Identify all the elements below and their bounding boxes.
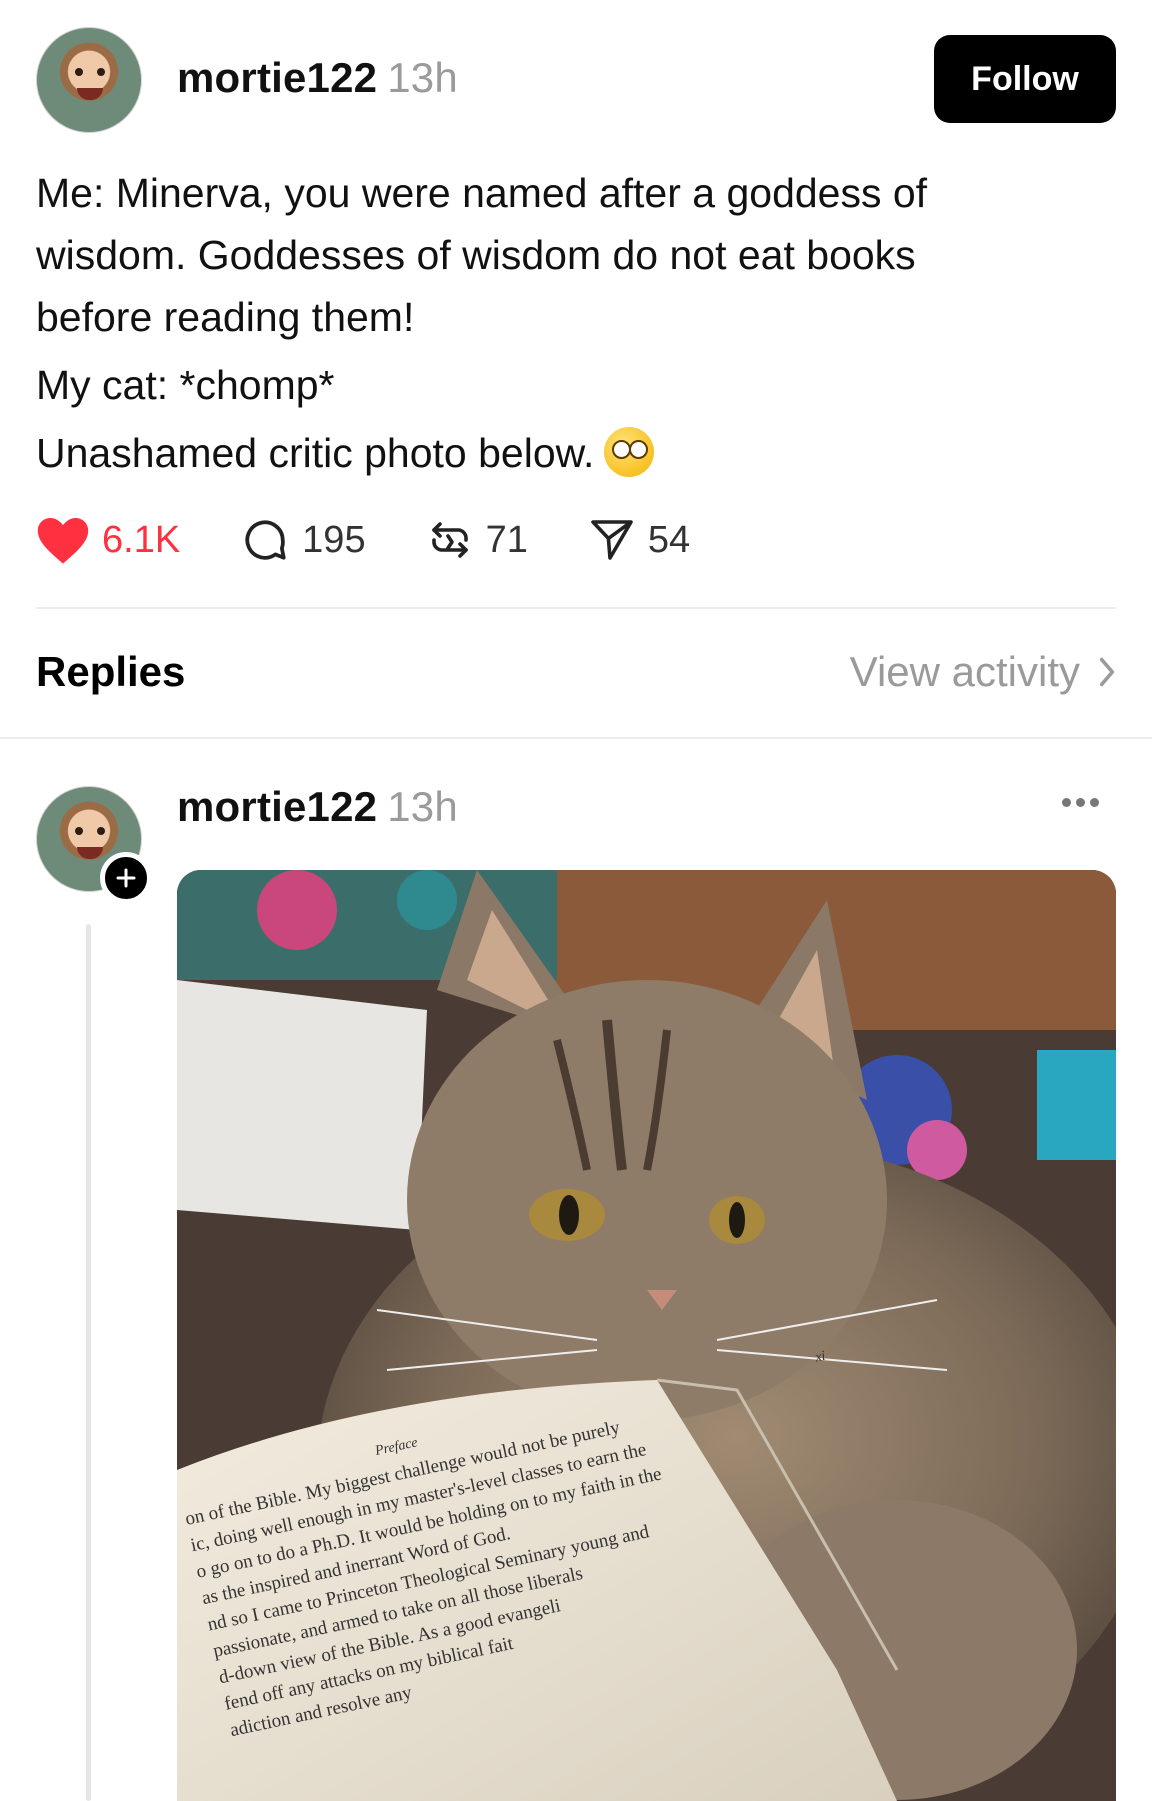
- reply-username-text[interactable]: mortie122: [177, 783, 377, 830]
- comment-button[interactable]: 195: [240, 515, 366, 565]
- avatar-eye-right: [97, 827, 105, 835]
- section-divider: [0, 737, 1152, 739]
- eye-roll-emoji-icon: [604, 427, 655, 477]
- reply-timestamp: 13h: [387, 783, 458, 830]
- post-timestamp: 13h: [387, 54, 458, 101]
- avatar-eye-left: [75, 68, 83, 76]
- follow-plus-badge[interactable]: [100, 852, 152, 904]
- post-text-line2: My cat: *chomp*: [36, 362, 335, 408]
- repost-icon: [431, 522, 468, 558]
- heart-filled-icon: [37, 517, 89, 564]
- tabby-cat-chewing-book-photo[interactable]: Preface xi on of the Bible. My biggest c…: [177, 870, 1116, 1801]
- post-text-line1: Me: Minerva, you were named after a godd…: [36, 170, 928, 340]
- chevron-right-icon: [1099, 657, 1115, 687]
- replies-title: Replies: [36, 648, 186, 695]
- thread-line: [86, 924, 91, 1801]
- view-activity-label[interactable]: View activity: [850, 648, 1080, 696]
- user-avatar[interactable]: [36, 27, 142, 133]
- share-count: 54: [647, 518, 691, 561]
- username-text[interactable]: mortie122: [177, 54, 377, 101]
- comment-count: 195: [302, 518, 366, 561]
- reply-username[interactable]: mortie122 13h: [177, 783, 458, 831]
- post-username[interactable]: mortie122 13h: [177, 54, 458, 102]
- like-button[interactable]: 6.1K: [36, 515, 180, 565]
- like-count: 6.1K: [102, 518, 181, 561]
- avatar-mouth: [77, 88, 103, 100]
- avatar-mouth: [77, 847, 103, 859]
- post-actions: 6.1K 195 71 54: [36, 510, 750, 570]
- share-button[interactable]: 54: [588, 516, 690, 564]
- plus-icon: [116, 868, 136, 888]
- avatar-eye-left: [75, 827, 83, 835]
- more-options-icon[interactable]: [1062, 798, 1104, 807]
- post-text-line3: Unashamed critic photo below.: [36, 430, 595, 476]
- post-body: Me: Minerva, you were named after a godd…: [36, 162, 1036, 490]
- follow-button[interactable]: Follow: [934, 35, 1116, 123]
- view-activity-link[interactable]: View activity: [850, 648, 1116, 696]
- comment-icon: [245, 520, 286, 560]
- repost-button[interactable]: 71: [426, 515, 528, 565]
- avatar-eye-right: [97, 68, 105, 76]
- send-icon: [591, 520, 633, 560]
- divider: [36, 607, 1116, 609]
- replies-header: Replies View activity: [36, 640, 1116, 710]
- repost-count: 71: [485, 518, 528, 561]
- post-text-line3-wrap: Unashamed critic photo below.: [36, 422, 1036, 484]
